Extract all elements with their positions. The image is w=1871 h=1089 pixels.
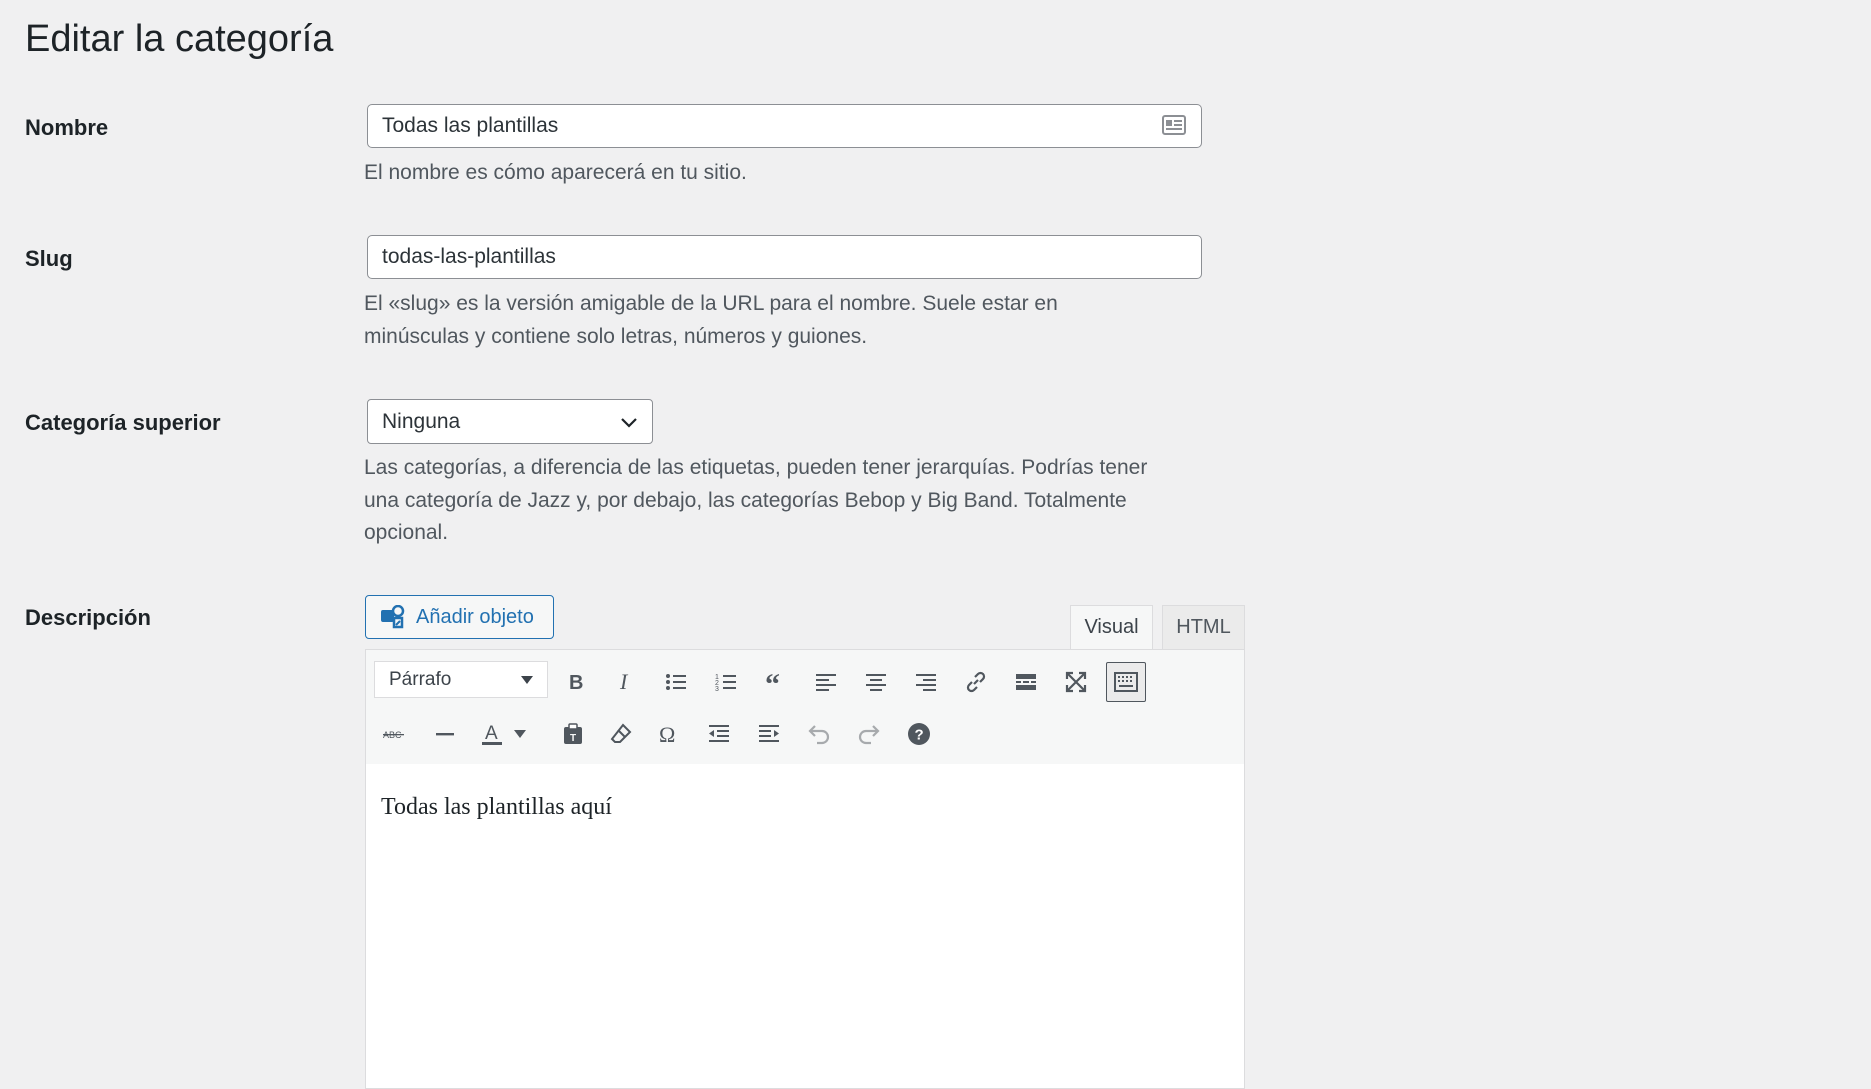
svg-text:3: 3: [715, 686, 719, 693]
svg-text:A: A: [485, 723, 498, 744]
name-label: Nombre: [25, 115, 109, 140]
slug-input[interactable]: [367, 235, 1202, 279]
svg-text:T: T: [570, 733, 576, 744]
align-center-icon[interactable]: [856, 662, 896, 702]
name-hint: El nombre es cómo aparecerá en tu sitio.: [364, 161, 747, 184]
parent-hint-line-1: Las categorías, a diferencia de las etiq…: [364, 456, 1148, 479]
read-more-icon[interactable]: [1006, 662, 1046, 702]
tab-visual[interactable]: Visual: [1070, 605, 1153, 649]
name-input[interactable]: [367, 104, 1202, 148]
format-select[interactable]: Párrafo: [374, 661, 548, 698]
svg-text:B: B: [569, 672, 583, 694]
chevron-down-icon: [621, 417, 637, 428]
add-media-label: Añadir objeto: [416, 605, 534, 628]
slug-hint-line-1: El «slug» es la versión amigable de la U…: [364, 292, 1058, 315]
text-color-icon[interactable]: A: [475, 714, 509, 754]
page-title: Editar la categoría: [25, 18, 334, 60]
strikethrough-icon[interactable]: ABC: [375, 714, 415, 754]
text-color-caret-icon[interactable]: [509, 714, 531, 754]
fullscreen-icon[interactable]: [1056, 662, 1096, 702]
add-media-icon: [381, 605, 405, 629]
parent-category-select[interactable]: Ninguna: [367, 399, 653, 444]
align-left-icon[interactable]: [806, 662, 846, 702]
clear-formatting-icon[interactable]: [601, 714, 641, 754]
parent-hint-line-2: una categoría de Jazz y, por debajo, las…: [364, 489, 1127, 512]
toolbar-toggle-icon[interactable]: [1106, 662, 1146, 702]
svg-text:I: I: [619, 670, 629, 694]
svg-text:?: ?: [915, 727, 924, 744]
contact-card-icon[interactable]: [1162, 115, 1186, 135]
italic-icon[interactable]: I: [606, 662, 646, 702]
link-icon[interactable]: [956, 662, 996, 702]
redo-icon[interactable]: [849, 714, 889, 754]
bullet-list-icon[interactable]: [656, 662, 696, 702]
parent-category-label: Categoría superior: [25, 410, 221, 435]
parent-category-value: Ninguna: [382, 409, 461, 433]
description-editor: Párrafo B I 123 “ ABC A T Ω ? Todas las …: [365, 649, 1245, 1089]
parent-hint-line-3: opcional.: [364, 521, 449, 544]
paste-text-icon[interactable]: T: [553, 714, 593, 754]
add-media-button[interactable]: Añadir objeto: [365, 595, 554, 639]
editor-content-area[interactable]: Todas las plantillas aquí: [366, 764, 1244, 1088]
caret-down-icon: [521, 675, 533, 684]
undo-icon[interactable]: [799, 714, 839, 754]
bold-icon[interactable]: B: [556, 662, 596, 702]
blockquote-icon[interactable]: “: [756, 662, 796, 702]
description-label: Descripción: [25, 605, 151, 630]
svg-text:Ω: Ω: [659, 722, 675, 746]
editor-toolbar: Párrafo B I 123 “ ABC A T Ω ?: [366, 650, 1244, 765]
help-icon[interactable]: ?: [899, 714, 939, 754]
numbered-list-icon[interactable]: 123: [706, 662, 746, 702]
indent-icon[interactable]: [749, 714, 789, 754]
description-content[interactable]: Todas las plantillas aquí: [381, 794, 612, 821]
outdent-icon[interactable]: [699, 714, 739, 754]
slug-label: Slug: [25, 246, 73, 271]
svg-text:“: “: [765, 670, 780, 694]
format-select-value: Párrafo: [389, 668, 452, 690]
align-right-icon[interactable]: [906, 662, 946, 702]
special-character-icon[interactable]: Ω: [649, 714, 689, 754]
horizontal-line-icon[interactable]: [425, 714, 465, 754]
tab-html[interactable]: HTML: [1162, 605, 1245, 649]
slug-hint-line-2: minúsculas y contiene solo letras, númer…: [364, 325, 868, 348]
